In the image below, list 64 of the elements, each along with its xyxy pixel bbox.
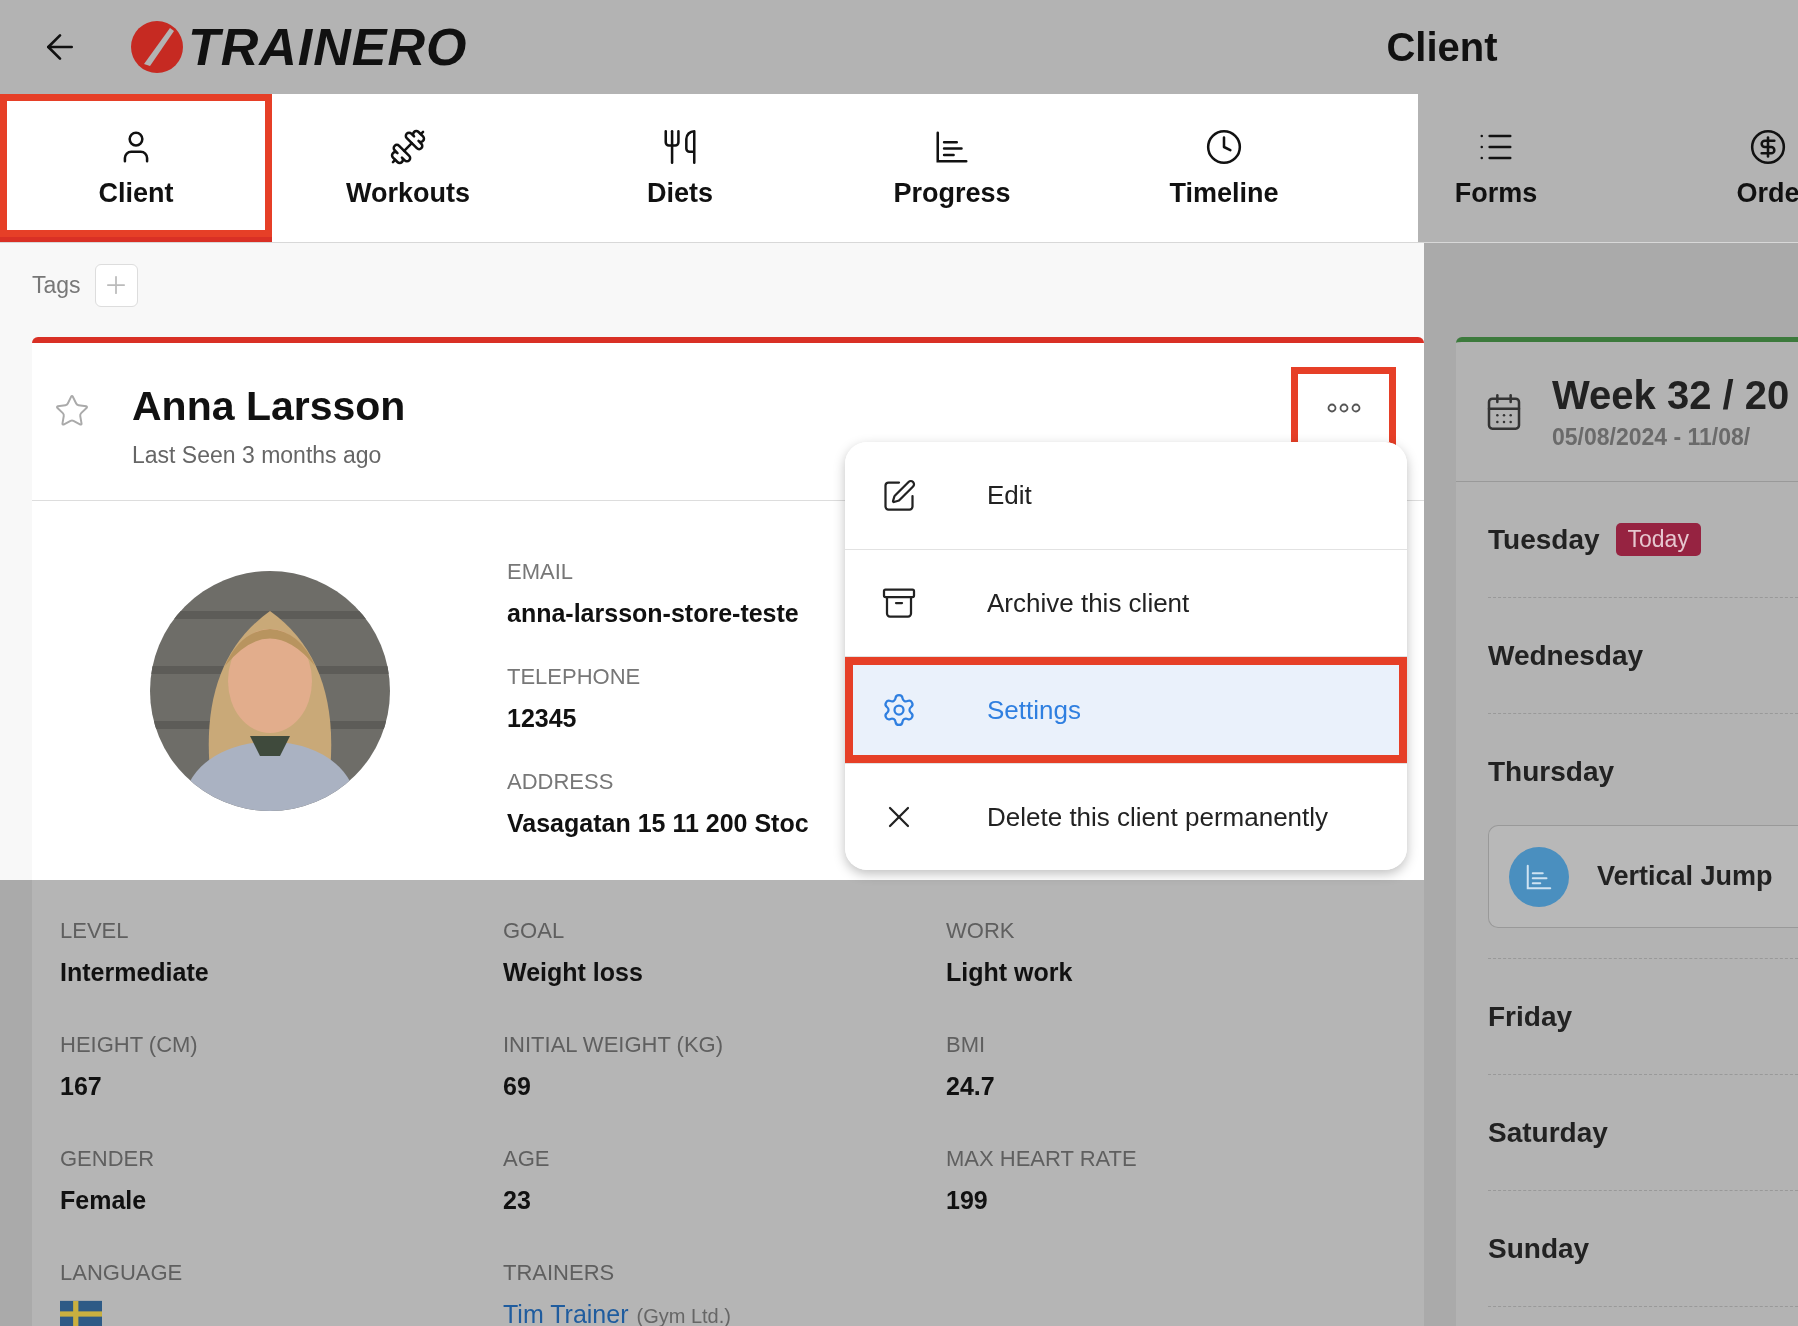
client-name: Anna Larsson bbox=[132, 383, 407, 430]
week-range: 05/08/2024 - 11/08/ bbox=[1552, 423, 1752, 451]
last-seen-text: Last Seen 3 months ago bbox=[132, 442, 383, 469]
day-name: Wednesday bbox=[1488, 639, 1644, 672]
star-icon[interactable] bbox=[54, 393, 90, 429]
flag-icon bbox=[60, 1300, 102, 1326]
field-value: anna-larsson-store-teste bbox=[507, 599, 799, 628]
menu-item[interactable]: Archive this client bbox=[845, 549, 1407, 656]
field-label: EMAIL bbox=[507, 559, 574, 585]
field-value: 12345 bbox=[507, 704, 577, 733]
field-value: 69 bbox=[503, 1072, 531, 1101]
field-label: GOAL bbox=[503, 918, 565, 944]
field-value: 23 bbox=[503, 1186, 531, 1215]
logo-text: TRAINERO bbox=[188, 17, 468, 77]
tab[interactable]: Progress bbox=[816, 94, 1088, 242]
day-name: Thursday bbox=[1488, 755, 1615, 788]
field-label: TRAINERS bbox=[503, 1260, 615, 1286]
dollar-icon bbox=[1749, 127, 1787, 166]
field-value: 167 bbox=[60, 1072, 102, 1101]
day-name: Saturday bbox=[1488, 1116, 1608, 1149]
logo-icon bbox=[130, 20, 184, 74]
settings-icon bbox=[881, 692, 917, 728]
tab[interactable]: Forms bbox=[1360, 94, 1632, 242]
menu-item[interactable]: Delete this client permanently bbox=[845, 763, 1407, 870]
tab[interactable]: Client bbox=[0, 94, 272, 242]
field-label: INITIAL WEIGHT (KG) bbox=[503, 1032, 723, 1058]
field-label: LANGUAGE bbox=[60, 1260, 183, 1286]
event-title: Vertical Jump bbox=[1597, 861, 1773, 892]
field-label: WORK bbox=[946, 918, 1015, 944]
field-value: 199 bbox=[946, 1186, 988, 1215]
day-name: Friday bbox=[1488, 1000, 1573, 1033]
clock-icon bbox=[1205, 127, 1243, 166]
field-label: HEIGHT (CM) bbox=[60, 1032, 198, 1058]
field-label: ADDRESS bbox=[507, 769, 614, 795]
tags-label: Tags bbox=[32, 271, 81, 299]
field-value: Female bbox=[60, 1186, 147, 1215]
event-card[interactable]: Vertical Jump bbox=[1488, 825, 1798, 928]
week-title: Week 32 / 20 bbox=[1552, 372, 1790, 418]
tab[interactable]: Workouts bbox=[272, 94, 544, 242]
field-value: Light work bbox=[946, 958, 1073, 987]
field-label: GENDER bbox=[60, 1146, 155, 1172]
field-label: LEVEL bbox=[60, 918, 129, 944]
field-value: 24.7 bbox=[946, 1072, 995, 1101]
field-value: Weight loss bbox=[503, 958, 643, 987]
cutlery-icon bbox=[661, 127, 699, 166]
more-icon bbox=[1326, 403, 1361, 413]
field-label: TELEPHONE bbox=[507, 664, 641, 690]
menu-item[interactable]: Settings bbox=[845, 656, 1407, 763]
day-name: Sunday bbox=[1488, 1232, 1590, 1265]
menu-item[interactable]: Edit bbox=[845, 442, 1407, 549]
field-value: Vasagatan 15 11 200 Stoc bbox=[507, 809, 809, 838]
archive-icon bbox=[881, 585, 917, 621]
field-value: Intermediate bbox=[60, 958, 209, 987]
tab[interactable]: Diets bbox=[544, 94, 816, 242]
field-label: BMI bbox=[946, 1032, 986, 1058]
tab[interactable]: Timeline bbox=[1088, 94, 1360, 242]
field-label: AGE bbox=[503, 1146, 550, 1172]
dumbbell-icon bbox=[389, 127, 427, 166]
tab[interactable]: Orde bbox=[1632, 94, 1798, 242]
field-label: MAX HEART RATE bbox=[946, 1146, 1137, 1172]
edit-icon bbox=[881, 477, 917, 514]
day-name: Tuesday bbox=[1488, 523, 1600, 556]
page-title: Client bbox=[1385, 24, 1499, 70]
today-badge: Today bbox=[1615, 523, 1701, 556]
